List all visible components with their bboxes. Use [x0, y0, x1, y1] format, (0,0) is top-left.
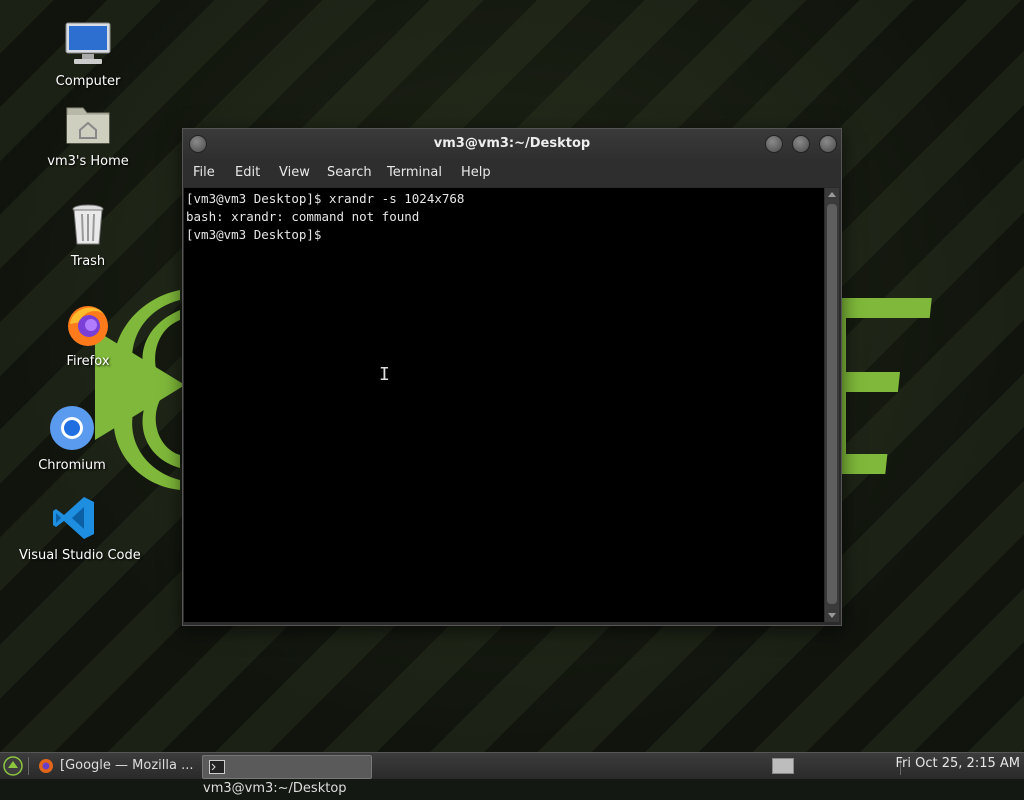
trash-icon	[72, 204, 104, 245]
menu-help[interactable]: Help	[461, 165, 491, 180]
wallpaper-logo-letter	[838, 298, 932, 474]
close-button[interactable]	[819, 135, 837, 153]
firefox-icon	[39, 758, 53, 773]
window-titlebar[interactable]: vm3@vm3:~/Desktop	[183, 129, 841, 159]
menu-edit[interactable]: Edit	[235, 165, 260, 180]
terminal-line: bash: xrandr: command not found	[186, 209, 420, 224]
terminal-prompt: [vm3@vm3 Desktop]$	[186, 227, 329, 242]
menu-terminal[interactable]: Terminal	[387, 165, 442, 180]
desktop-icon-label: Trash	[70, 254, 106, 269]
show-desktop-button[interactable]	[772, 758, 794, 774]
chromium-icon	[50, 406, 94, 450]
computer-icon	[65, 22, 111, 64]
clock[interactable]: Fri Oct 25, 2:15 AM	[896, 756, 1020, 771]
menu-file[interactable]: File	[193, 165, 215, 180]
scroll-down-icon[interactable]	[828, 613, 836, 618]
desktop-icon-label: Firefox	[66, 354, 110, 369]
task-label: vm3@vm3:~/Desktop	[203, 781, 347, 796]
desktop-icon-trash[interactable]: Trash	[33, 200, 143, 269]
maximize-button[interactable]	[792, 135, 810, 153]
desktop-icon-label: Computer	[55, 74, 121, 89]
desktop-icon-label: Chromium	[38, 458, 106, 473]
home-folder-icon	[66, 107, 110, 144]
terminal-output[interactable]: [vm3@vm3 Desktop]$ xrandr -s 1024x768 ba…	[184, 188, 824, 622]
desktop-icon-computer[interactable]: Computer	[33, 20, 143, 89]
vscode-icon	[53, 497, 94, 539]
menu-bar: File Edit View Search Terminal Help	[183, 159, 841, 187]
taskbar-separator	[28, 757, 29, 775]
terminal-line: [vm3@vm3 Desktop]$ xrandr -s 1024x768	[186, 191, 465, 206]
desktop-icon-firefox[interactable]: Firefox	[33, 300, 143, 369]
desktop: Computer vm3's Home Trash Firefox Chromi…	[0, 0, 1024, 752]
taskbar: [Google — Mozilla ... vm3@vm3:~/Desktop …	[0, 752, 1024, 796]
text-cursor-icon: I	[379, 364, 390, 385]
terminal-icon	[209, 759, 225, 774]
desktop-icon-home[interactable]: vm3's Home	[33, 100, 143, 169]
desktop-icon-vscode[interactable]: Visual Studio Code	[19, 494, 141, 563]
scroll-up-icon[interactable]	[828, 192, 836, 197]
terminal-window[interactable]: vm3@vm3:~/Desktop File Edit View Search …	[182, 128, 842, 626]
desktop-icon-chromium[interactable]: Chromium	[17, 404, 127, 473]
menu-search[interactable]: Search	[327, 165, 372, 180]
start-menu-icon[interactable]	[3, 756, 23, 776]
task-label: [Google — Mozilla ...	[60, 758, 194, 773]
menu-view[interactable]: View	[279, 165, 310, 180]
task-terminal[interactable]: vm3@vm3:~/Desktop	[202, 755, 372, 796]
window-title: vm3@vm3:~/Desktop	[433, 136, 591, 151]
scrollbar[interactable]	[825, 188, 839, 622]
task-firefox[interactable]: [Google — Mozilla ...	[32, 755, 198, 777]
firefox-icon	[68, 306, 108, 346]
scrollbar-thumb[interactable]	[827, 204, 837, 604]
desktop-icon-label: vm3's Home	[47, 154, 129, 169]
minimize-button[interactable]	[765, 135, 783, 153]
desktop-icon-label: Visual Studio Code	[19, 548, 141, 563]
